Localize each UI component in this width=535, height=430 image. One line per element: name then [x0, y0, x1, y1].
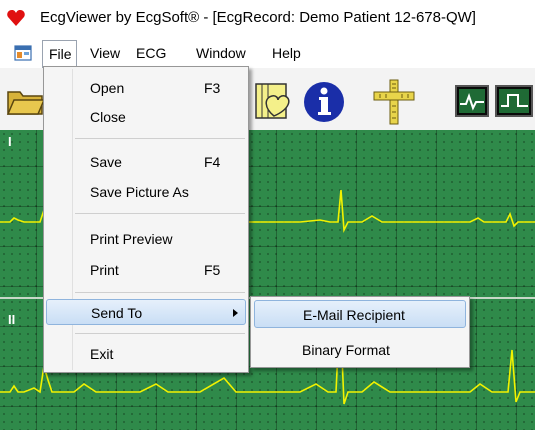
heart-icon	[7, 10, 25, 26]
lead-i-label: I	[8, 134, 12, 149]
title-bar: EcgViewer by EcgSoft® - [EcgRecord: Demo…	[0, 0, 535, 38]
menu-separator	[75, 138, 245, 139]
ecg-wave-icon[interactable]	[454, 84, 490, 118]
menu-window[interactable]: Window	[190, 40, 252, 66]
menu-item-print[interactable]: Print F5	[46, 257, 246, 283]
menu-item-send-to[interactable]: Send To	[46, 299, 246, 325]
lead-ii-label: II	[8, 312, 16, 327]
menu-item-close[interactable]: Close	[46, 104, 246, 130]
ruler-caliper-icon[interactable]	[372, 78, 416, 126]
submenu-item-binary-format[interactable]: Binary Format	[254, 336, 466, 364]
menu-item-print-shortcut: F5	[204, 262, 221, 278]
menu-item-exit-label: Exit	[90, 346, 114, 362]
document-window-icon[interactable]	[14, 44, 32, 62]
submenu-item-email-label: E-Mail Recipient	[303, 307, 405, 323]
menu-ecg[interactable]: ECG	[130, 40, 172, 66]
menu-item-open-shortcut: F3	[204, 80, 221, 96]
square-wave-icon[interactable]	[494, 84, 535, 118]
menu-item-open-label: Open	[90, 80, 125, 96]
submenu-arrow-icon	[233, 309, 238, 317]
menu-item-save[interactable]: Save F4	[46, 149, 246, 175]
menu-separator	[75, 292, 245, 293]
menu-item-save-shortcut: F4	[204, 154, 221, 170]
menu-item-print-label: Print	[90, 262, 119, 278]
menu-item-open[interactable]: Open F3	[46, 75, 246, 101]
menu-item-print-preview-label: Print Preview	[90, 231, 173, 247]
info-icon[interactable]	[302, 80, 348, 124]
menu-item-save-label: Save	[90, 154, 122, 170]
file-menu-dropdown: Open F3 Close Save F4 Save Picture As Pr…	[43, 66, 249, 373]
send-to-submenu: E-Mail Recipient Binary Format	[250, 296, 470, 368]
menu-help[interactable]: Help	[266, 40, 307, 66]
menu-item-save-picture-as[interactable]: Save Picture As	[46, 179, 246, 205]
submenu-item-email-recipient[interactable]: E-Mail Recipient	[254, 300, 466, 328]
open-folder-icon[interactable]	[6, 84, 46, 118]
menu-item-exit[interactable]: Exit	[46, 341, 246, 367]
menu-separator	[75, 333, 245, 334]
heart-document-icon[interactable]	[250, 78, 298, 124]
menu-item-save-picture-label: Save Picture As	[90, 184, 189, 200]
menu-separator	[75, 213, 245, 214]
menu-item-close-label: Close	[90, 109, 126, 125]
menu-item-print-preview[interactable]: Print Preview	[46, 226, 246, 252]
menu-view[interactable]: View	[84, 40, 126, 66]
menu-item-send-to-label: Send To	[91, 305, 143, 321]
submenu-item-binary-label: Binary Format	[302, 342, 390, 358]
window-title: EcgViewer by EcgSoft® - [EcgRecord: Demo…	[40, 9, 476, 26]
